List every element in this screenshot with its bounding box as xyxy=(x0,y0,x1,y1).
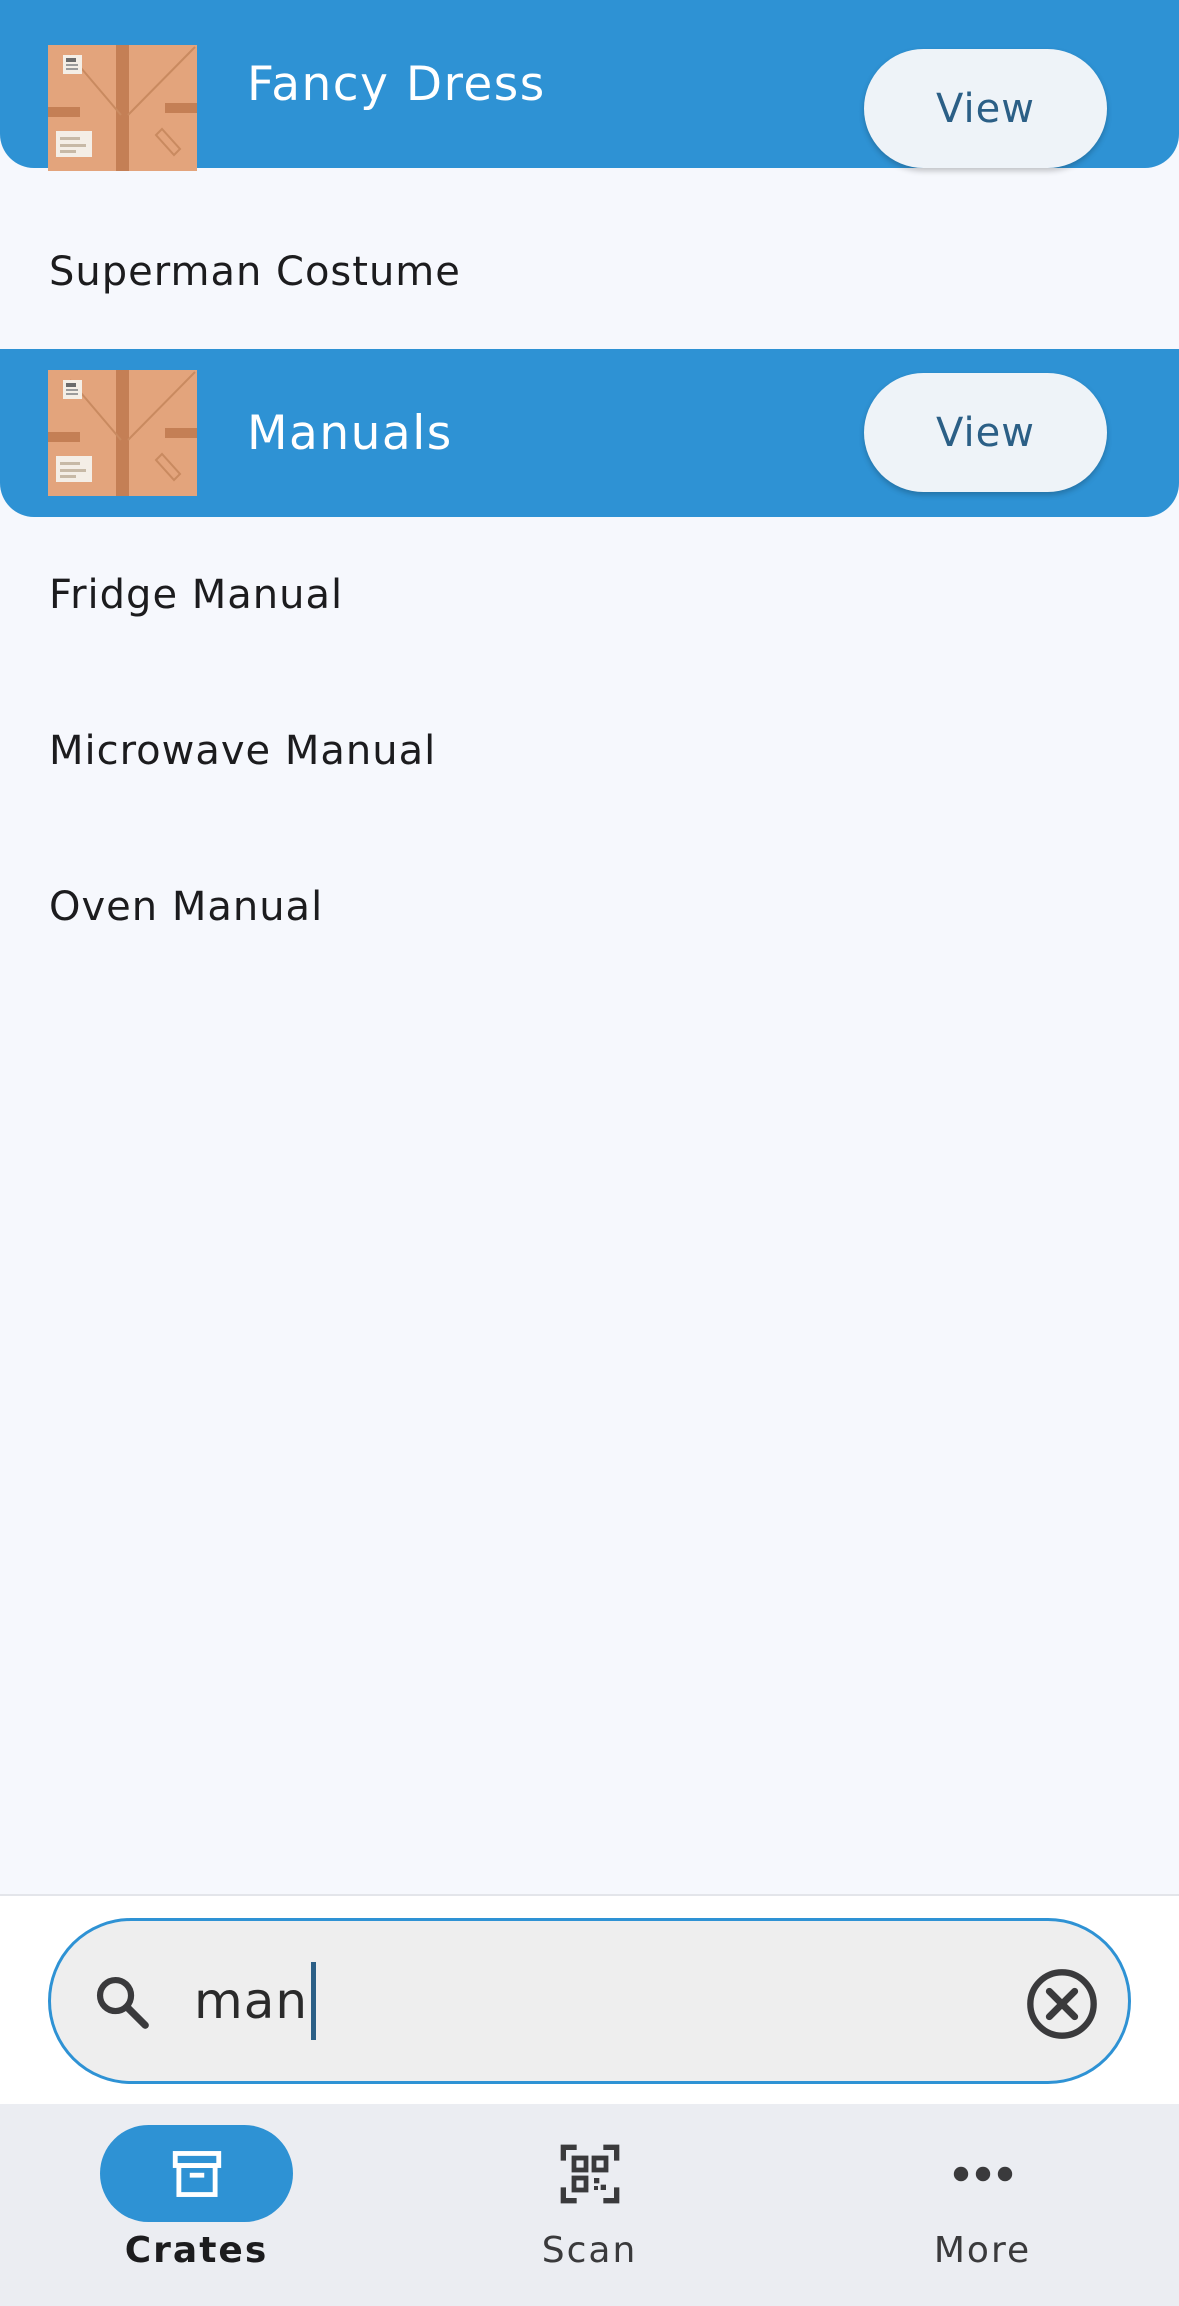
crate-title: Fancy Dress xyxy=(247,56,546,112)
crate-box-image xyxy=(48,45,197,171)
search-text: man xyxy=(194,1972,309,2030)
tab-scan[interactable]: Scan xyxy=(393,2104,786,2306)
tab-active-indicator xyxy=(100,2125,293,2222)
archive-box-icon xyxy=(172,2150,221,2197)
crate-header-manuals: Manuals View xyxy=(0,349,1179,517)
crate-title: Manuals xyxy=(247,405,453,461)
tab-label: More xyxy=(933,2230,1032,2271)
qr-code-icon xyxy=(560,2144,619,2203)
view-crate-button[interactable]: View xyxy=(864,49,1107,168)
list-item[interactable]: Microwave Manual xyxy=(0,673,1179,829)
clear-circle-icon[interactable] xyxy=(1024,1966,1100,2042)
crate-box-image xyxy=(48,370,197,496)
search-bar-area: man xyxy=(0,1894,1179,2104)
text-caret xyxy=(311,1962,317,2040)
list-item[interactable]: Superman Costume xyxy=(0,194,1179,350)
search-icon xyxy=(96,1976,149,2029)
tab-more[interactable]: More xyxy=(786,2104,1179,2306)
tab-label: Crates xyxy=(124,2230,269,2271)
list-item[interactable]: Oven Manual xyxy=(0,829,1179,985)
bottom-tab-bar: Crates Scan More xyxy=(0,2104,1179,2306)
search-value[interactable]: man xyxy=(194,1921,317,2081)
view-crate-button[interactable]: View xyxy=(864,373,1107,492)
list-item[interactable]: Fridge Manual xyxy=(0,517,1179,673)
search-input[interactable]: man xyxy=(48,1918,1131,2084)
tab-label: Scan xyxy=(541,2230,638,2271)
crate-header-fancy-dress: Fancy Dress View xyxy=(0,0,1179,168)
more-horizontal-icon xyxy=(953,2166,1012,2181)
tab-crates[interactable]: Crates xyxy=(0,2104,393,2306)
